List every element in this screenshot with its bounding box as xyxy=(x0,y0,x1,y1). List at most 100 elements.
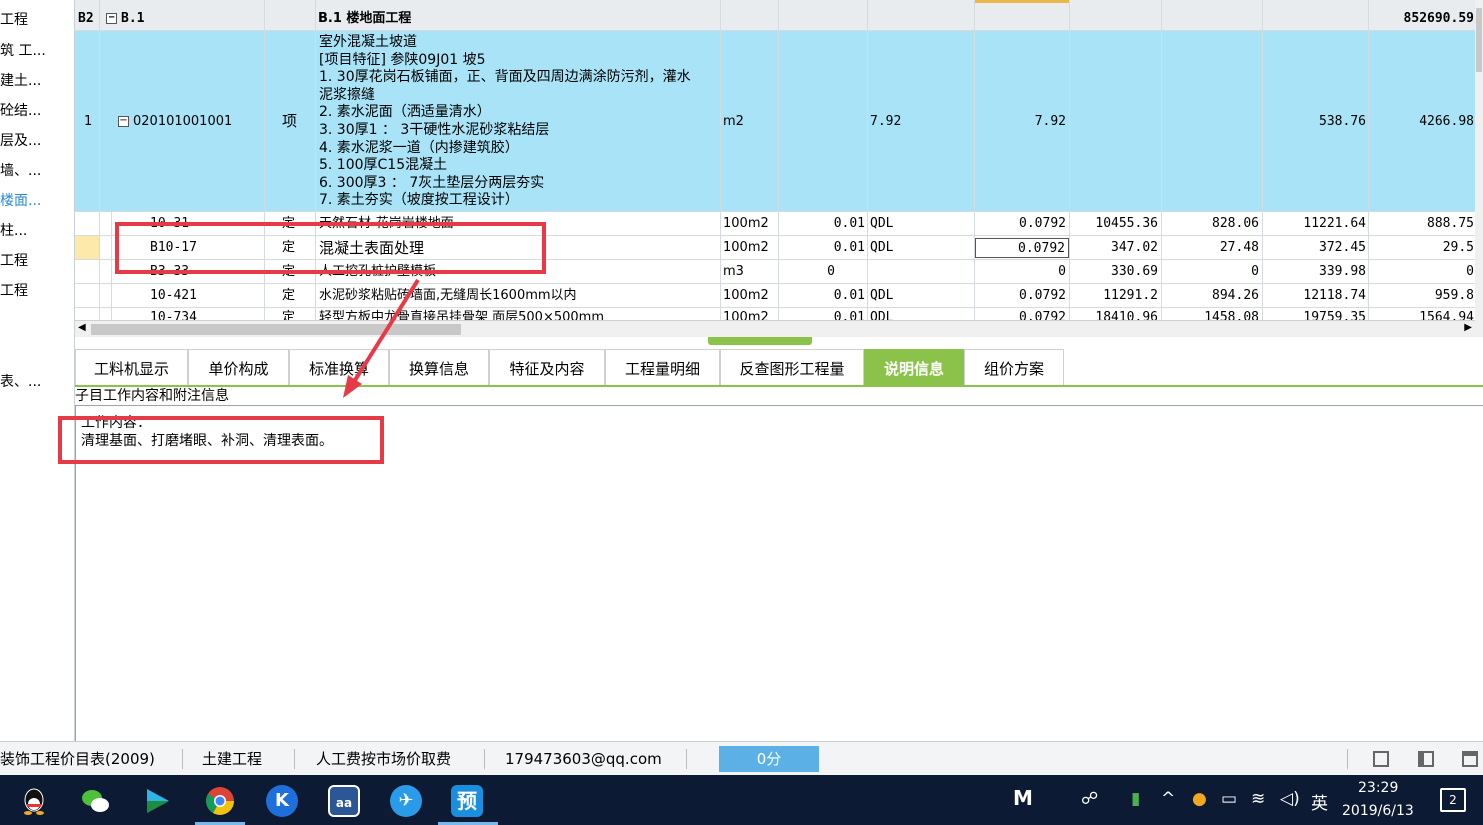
row-total: 1564.94 xyxy=(1419,310,1474,320)
row-base: 10455.36 xyxy=(1095,216,1158,231)
qq-icon[interactable] xyxy=(18,785,50,817)
layout-icon[interactable] xyxy=(1418,751,1434,767)
kugou-icon[interactable]: K xyxy=(266,785,298,817)
tree-item-selected[interactable]: 楼面... xyxy=(0,190,41,212)
item-unit: m2 xyxy=(723,114,744,129)
row-price: 11221.64 xyxy=(1303,216,1366,231)
scroll-left-icon[interactable]: ◀ xyxy=(78,322,86,333)
tree-item[interactable]: 建土... xyxy=(0,70,41,92)
column-divider xyxy=(778,0,779,320)
annotation-highlight-row xyxy=(115,222,546,274)
panel-splitter-handle[interactable] xyxy=(708,337,812,345)
tree-item[interactable]: 表、... xyxy=(0,371,41,393)
tab-material-machine[interactable]: 工料机显示 xyxy=(75,349,188,385)
row-ratio: 0.01 xyxy=(833,240,865,255)
section-code: B2 xyxy=(78,11,94,26)
tree-item[interactable]: 工程 xyxy=(0,280,28,302)
row-ratio: 0.01 xyxy=(833,310,865,320)
table-row[interactable]: 10-734 定 轻型方板中龙骨直接吊挂骨架 面层500×500mm 100m2… xyxy=(75,308,1475,320)
tab-reverse-quantity[interactable]: 反查图形工程量 xyxy=(720,349,864,385)
status-divider xyxy=(294,749,295,769)
status-bar: 装饰工程价目表(2009) 土建工程 人工费按市场价取费 179473603@q… xyxy=(0,741,1483,775)
tab-pricing-plan[interactable]: 组价方案 xyxy=(964,349,1064,385)
collapse-icon[interactable]: − xyxy=(118,116,129,127)
tray-app-icon[interactable]: ● xyxy=(1192,789,1207,809)
row-base: 18410.96 xyxy=(1095,310,1158,320)
tree-item[interactable]: 砼结... xyxy=(0,100,41,122)
collapse-icon[interactable]: − xyxy=(106,13,117,24)
tree-item[interactable]: 工程 xyxy=(0,9,28,31)
row-expr: QDL xyxy=(870,216,894,231)
tree-item[interactable]: 墙、... xyxy=(0,160,41,182)
item-code: −020101001001 xyxy=(118,114,233,129)
column-divider xyxy=(1368,0,1369,320)
tab-standard-conversion[interactable]: 标准换算 xyxy=(289,349,389,385)
tree-item[interactable]: 筑 工... xyxy=(0,40,46,62)
row-base-total: 0 xyxy=(1251,264,1259,279)
horizontal-scrollbar[interactable]: ◀ ▶ xyxy=(75,320,1475,337)
tab-conversion-info[interactable]: 换算信息 xyxy=(389,349,489,385)
score-badge[interactable]: 0分 xyxy=(719,746,819,772)
vertical-scrollbar[interactable] xyxy=(1475,0,1483,337)
table-row[interactable]: 10-421 定 水泥砂浆粘贴砖墙面,无缝周长1600mm以内 100m2 0.… xyxy=(75,284,1475,308)
row-qty-active-cell[interactable]: 0.0792 xyxy=(975,238,1069,258)
row-qty: 0.0792 xyxy=(1019,310,1066,320)
panel-icon[interactable] xyxy=(1462,751,1478,767)
battery-app-icon[interactable]: ▮ xyxy=(1131,789,1140,809)
tree-item[interactable]: 柱... xyxy=(0,220,27,242)
table-row-item[interactable]: 1 −020101001001 项 室外混凝土坡道 [项目特征] 参陕09J01… xyxy=(75,31,1475,212)
clock-time[interactable]: 23:29 xyxy=(1358,780,1398,796)
row-indicator xyxy=(75,236,99,259)
tray-m-icon[interactable]: M xyxy=(1013,786,1033,810)
clock-date[interactable]: 2019/6/13 xyxy=(1342,803,1414,819)
tab-features[interactable]: 特征及内容 xyxy=(489,349,605,385)
input-language[interactable]: 英 xyxy=(1311,789,1328,814)
item-qty-expr: 7.92 xyxy=(870,114,902,129)
row-unit: 100m2 xyxy=(723,240,769,255)
feather-app-icon[interactable]: ✈ xyxy=(390,785,422,817)
scrollbar-thumb[interactable] xyxy=(1476,8,1482,72)
taskbar: K aa ✈ 预 M ☍ ▮ ^ ● ▭ ≋ ◁) 英 23:29 2019/6… xyxy=(0,775,1483,825)
item-price: 538.76 xyxy=(1319,114,1366,129)
tree-item[interactable]: 层及... xyxy=(0,130,41,152)
item-index: 1 xyxy=(84,114,93,129)
tab-quantity-detail[interactable]: 工程量明细 xyxy=(605,349,720,385)
row-base: 347.02 xyxy=(1111,240,1158,255)
window-icon[interactable] xyxy=(1373,751,1389,767)
budget-app-icon[interactable]: 预 xyxy=(451,785,483,817)
wifi-icon[interactable]: ≋ xyxy=(1251,789,1265,809)
scroll-right-icon[interactable]: ▶ xyxy=(1464,322,1472,333)
video-player-icon[interactable] xyxy=(141,785,173,817)
wechat-icon[interactable] xyxy=(79,785,111,817)
item-total: 4266.98 xyxy=(1419,114,1474,129)
row-total: 0 xyxy=(1466,264,1474,279)
row-total: 959.8 xyxy=(1434,288,1474,303)
people-icon[interactable]: ☍ xyxy=(1081,789,1098,809)
table-row-section[interactable]: B2 − B.1 B.1 楼地面工程 852690.59 xyxy=(75,0,1475,31)
row-type: 定 xyxy=(282,288,296,303)
section-title: B.1 楼地面工程 xyxy=(318,11,412,26)
annotation-highlight-info xyxy=(58,416,384,464)
chevron-up-icon[interactable]: ^ xyxy=(1161,789,1175,809)
volume-icon[interactable]: ◁) xyxy=(1280,789,1300,809)
row-total: 29.5 xyxy=(1442,240,1474,255)
notification-center-icon[interactable]: 2 xyxy=(1440,788,1466,812)
app-icon[interactable]: aa xyxy=(328,785,360,817)
column-divider xyxy=(1262,0,1263,320)
tab-description[interactable]: 说明信息 xyxy=(864,349,964,385)
battery-icon[interactable]: ▭ xyxy=(1221,789,1237,809)
row-unit: m3 xyxy=(723,264,744,279)
item-description: 室外混凝土坡道 [项目特征] 参陕09J01 坡5 1. 30厚花岗石板铺面，正… xyxy=(319,34,691,209)
status-divider xyxy=(686,749,687,769)
row-type: 定 xyxy=(282,310,296,320)
tab-unit-price[interactable]: 单价构成 xyxy=(188,349,289,385)
column-divider xyxy=(867,0,868,320)
row-expr: QDL xyxy=(870,240,894,255)
row-code: 10-421 xyxy=(150,288,197,303)
tree-item[interactable]: 工程 xyxy=(0,250,28,272)
row-name: 轻型方板中龙骨直接吊挂骨架 面层500×500mm xyxy=(319,310,604,320)
chrome-icon[interactable] xyxy=(204,785,236,817)
section-name: − B.1 xyxy=(106,0,144,30)
scrollbar-thumb[interactable] xyxy=(91,324,461,335)
column-divider xyxy=(720,0,721,320)
